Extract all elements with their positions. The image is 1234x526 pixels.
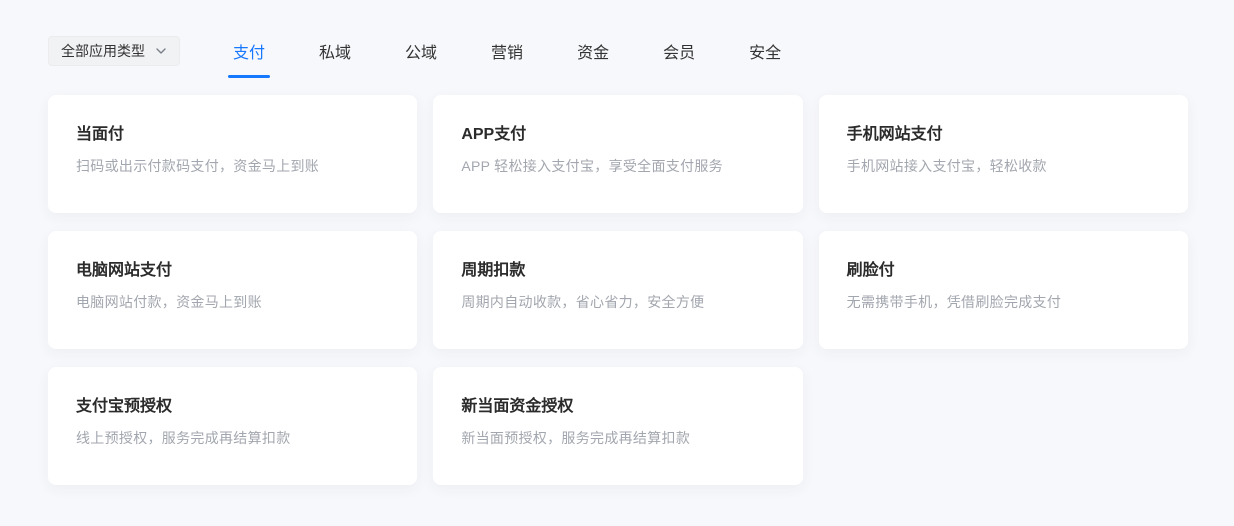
card-title: 刷脸付 [846, 262, 895, 279]
card-new-f2f-fund-auth[interactable]: 新当面资金授权 新当面预授权，服务完成再结算扣款 [433, 367, 803, 485]
card-title: 周期扣款 [461, 262, 526, 279]
card-title: 电脑网站支付 [76, 262, 173, 279]
card-description: 新当面预授权，服务完成再结算扣款 [461, 430, 691, 446]
tab-public-domain[interactable]: 公域 [405, 39, 437, 63]
card-description: 周期内自动收款，省心省力，安全方便 [461, 294, 705, 310]
category-tabs: 支付 私域 公域 营销 资金 会员 安全 [227, 39, 781, 78]
card-title: 手机网站支付 [846, 126, 943, 143]
app-type-filter[interactable]: 全部应用类型 [48, 36, 180, 66]
tab-security[interactable]: 安全 [749, 39, 781, 63]
tab-funds[interactable]: 资金 [577, 39, 609, 63]
chevron-down-icon [155, 45, 167, 57]
tab-membership[interactable]: 会员 [663, 39, 695, 63]
card-title: 当面付 [76, 126, 125, 143]
card-wap-pay[interactable]: 手机网站支付 手机网站接入支付宝，轻松收款 [818, 95, 1188, 213]
card-description: APP 轻松接入支付宝，享受全面支付服务 [461, 158, 723, 174]
card-description: 线上预授权，服务完成再结算扣款 [76, 430, 291, 446]
card-title: 支付宝预授权 [76, 398, 173, 415]
card-app-pay[interactable]: APP支付 APP 轻松接入支付宝，享受全面支付服务 [433, 95, 803, 213]
card-pc-web-pay[interactable]: 电脑网站支付 电脑网站付款，资金马上到账 [48, 231, 418, 349]
card-alipay-pre-auth[interactable]: 支付宝预授权 线上预授权，服务完成再结算扣款 [48, 367, 418, 485]
tab-marketing[interactable]: 营销 [491, 39, 523, 63]
card-title: 新当面资金授权 [461, 398, 574, 415]
card-face-to-face-pay[interactable]: 当面付 扫码或出示付款码支付，资金马上到账 [48, 95, 418, 213]
card-description: 手机网站接入支付宝，轻松收款 [846, 158, 1047, 174]
card-face-scan-pay[interactable]: 刷脸付 无需携带手机，凭借刷脸完成支付 [818, 231, 1188, 349]
app-cards-grid: 当面付 扫码或出示付款码支付，资金马上到账 APP支付 APP 轻松接入支付宝，… [48, 95, 1188, 485]
header-bar: 全部应用类型 支付 私域 公域 营销 资金 会员 安全 [0, 0, 1234, 78]
card-periodic-deduction[interactable]: 周期扣款 周期内自动收款，省心省力，安全方便 [433, 231, 803, 349]
tab-private-domain[interactable]: 私域 [319, 39, 351, 63]
card-description: 电脑网站付款，资金马上到账 [76, 294, 262, 310]
app-type-filter-label: 全部应用类型 [61, 43, 145, 59]
tab-payment[interactable]: 支付 [227, 39, 271, 78]
card-description: 无需携带手机，凭借刷脸完成支付 [846, 294, 1062, 310]
card-description: 扫码或出示付款码支付，资金马上到账 [76, 158, 320, 174]
card-title: APP支付 [461, 126, 527, 143]
